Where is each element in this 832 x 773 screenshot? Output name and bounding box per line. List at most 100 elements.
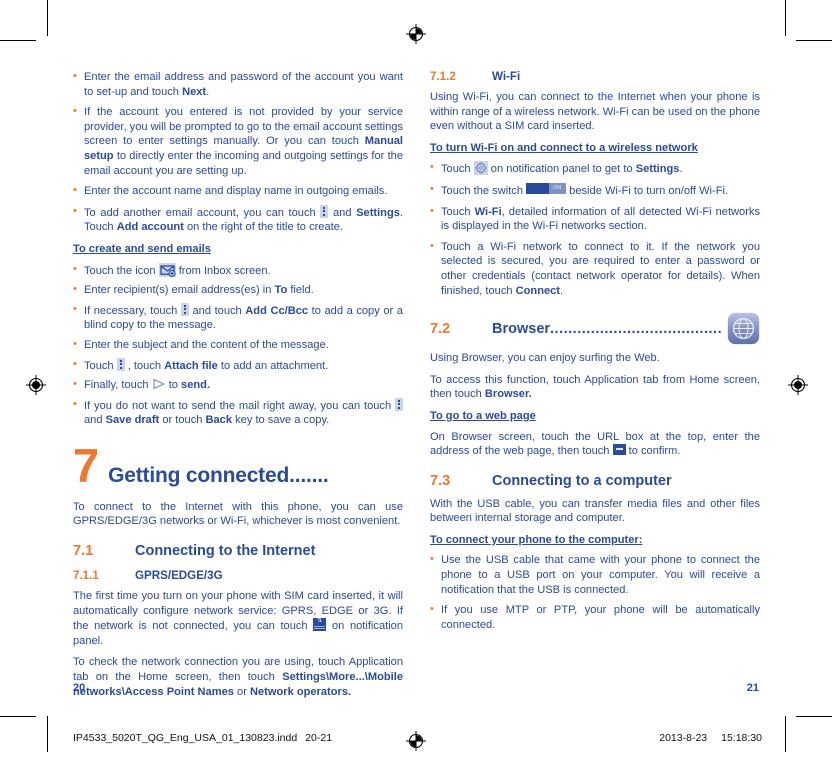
bold-term: Settings (356, 206, 400, 219)
list-item: If necessary, touch and touch Add Cc/Bcc… (73, 302, 403, 333)
section-7-2-number: 7.2 (430, 320, 451, 337)
section-7-2-leader-dots: ...................................... (550, 320, 721, 337)
section-7-3-heading: 7.3 Connecting to a computer (430, 473, 760, 489)
usb-bullet-list: Use the USB cable that came with your ph… (430, 552, 760, 632)
list-item: Enter recipient(s) email address(es) in … (73, 282, 403, 298)
section-7-3-title: Connecting to a computer (492, 472, 672, 489)
crop-mark-bottom-right-horizontal (796, 716, 832, 717)
chapter-title-block: 7 Getting connected....... (73, 438, 403, 492)
create-send-emails-bullet-list: Touch the icon from Inbox screen. Enter r… (73, 262, 403, 428)
page-number-left: 20 (73, 682, 86, 694)
gear-icon (473, 161, 488, 176)
list-item: If you do not want to send the mail righ… (73, 397, 403, 428)
page-number-right: 21 (746, 682, 759, 694)
browser-globe-icon (727, 312, 760, 345)
list-item: If you use MTP or PTP, your phone will b… (430, 602, 760, 632)
list-item: Enter the account name and display name … (73, 183, 403, 199)
bold-term: Back (205, 414, 233, 427)
crop-mark-top-left-vertical (47, 0, 48, 36)
right-page-column: 7.1.2 Wi-Fi Using Wi-Fi, you can connect… (430, 70, 760, 639)
go-to-web-page-paragraph: On Browser screen, touch the URL box at … (430, 430, 760, 458)
usb-intro-paragraph: With the USB cable, you can transfer med… (430, 497, 760, 525)
footer-filename: IP4533_5020T_QG_Eng_USA_01_130823.indd (73, 732, 298, 744)
section-7-1-2-heading: 7.1.2 Wi-Fi (430, 70, 760, 83)
menu-icon (180, 302, 189, 316)
section-7-1-1-heading: 7.1.1 GPRS/EDGE/3G (73, 569, 403, 582)
section-7-1-title: Connecting to the Internet (135, 543, 316, 560)
send-icon (152, 378, 166, 390)
footer-right-group: 2013-8-23 15:18:30 (659, 732, 762, 744)
list-item: Enter the email address and password of … (73, 69, 403, 99)
section-7-2-title: Browser (492, 320, 551, 337)
list-item: Touch on notification panel to get to Se… (430, 160, 760, 177)
crop-mark-top-left-horizontal (0, 40, 36, 41)
list-item: To add another email account, you can to… (73, 204, 403, 235)
chapter-title-text: Getting connected....... (108, 463, 329, 487)
browser-intro-paragraph: Using Browser, you can enjoy surfing the… (430, 352, 660, 365)
email-setup-bullet-list: Enter the email address and password of … (73, 69, 403, 235)
bold-term: Settings (635, 163, 680, 176)
section-7-1-2-number: 7.1.2 (430, 70, 456, 83)
list-item: Finally, touch to send. (73, 377, 403, 393)
bold-term: Network operators. (249, 685, 352, 698)
list-item: Touch , touch Attach file to add an atta… (73, 357, 403, 374)
wifi-bullet-list: Touch on notification panel to get to Se… (430, 160, 760, 298)
compose-icon (158, 262, 176, 277)
browser-access-paragraph: To access this function, touch Applicati… (430, 373, 760, 401)
bold-term: Add Cc/Bcc (245, 304, 309, 317)
list-item: Touch the switch ON beside Wi-Fi to turn… (430, 182, 760, 199)
bold-term: To (274, 284, 288, 297)
section-7-1-1-number: 7.1.1 (73, 569, 99, 583)
bold-term: Manual setup (84, 135, 403, 162)
connect-phone-heading: To connect your phone to the computer: (430, 533, 643, 546)
bold-term: Settings\More...\Mobile networks\Access … (73, 671, 403, 698)
footer-time: 15:18:30 (721, 732, 762, 744)
bold-term: Wi-Fi (474, 205, 502, 218)
list-item: Use the USB cable that came with your ph… (430, 552, 760, 597)
left-page-column: Enter the email address and password of … (73, 69, 404, 706)
manual-page-spread: Enter the email address and password of … (0, 0, 832, 773)
menu-icon (116, 357, 125, 371)
bold-term: Attach file (164, 359, 218, 372)
footer-page-range: 20-21 (305, 732, 333, 744)
list-item: If the account you entered is not provid… (73, 104, 403, 178)
bold-term: Connect (515, 284, 560, 297)
section-7-1-2-title: Wi-Fi (492, 70, 521, 83)
chapter-number: 7 (73, 438, 99, 492)
go-icon (612, 444, 626, 456)
section-7-1-heading: 7.1 Connecting to the Internet (73, 543, 403, 559)
network-icon: ⇅ (313, 618, 327, 632)
footer-left-group: IP4533_5020T_QG_Eng_USA_01_130823.indd 20… (73, 732, 332, 744)
list-item: Touch a Wi-Fi network to connect to it. … (430, 239, 760, 298)
list-item: Touch the icon from Inbox screen. (73, 262, 403, 279)
crop-mark-bottom-left-horizontal (0, 716, 36, 717)
list-item: Enter the subject and the content of the… (73, 337, 403, 353)
menu-icon (395, 397, 403, 411)
bold-term: Browser. (484, 388, 532, 401)
printer-footer: IP4533_5020T_QG_Eng_USA_01_130823.indd 20… (0, 731, 832, 751)
footer-date: 2013-8-23 (659, 732, 708, 744)
switch-icon: ON (526, 182, 567, 194)
crop-mark-top-right-vertical (785, 0, 786, 36)
bold-term: Next (182, 85, 207, 98)
crop-mark-top-right-horizontal (796, 40, 832, 41)
registration-mark-top (406, 24, 426, 44)
go-to-web-page-heading: To go to a web page (430, 409, 536, 422)
section-7-2-heading: 7.2 Browser ............................… (430, 312, 760, 345)
bold-term: Save draft (105, 414, 160, 427)
registration-mark-right (788, 375, 808, 395)
wifi-connect-heading: To turn Wi-Fi on and connect to a wirele… (430, 141, 698, 154)
bold-term: send. (181, 379, 211, 392)
bold-term: Add account (116, 221, 184, 234)
menu-icon (320, 204, 329, 218)
chapter-intro-paragraph: To connect to the Internet with this pho… (73, 500, 403, 528)
section-7-1-1-title: GPRS/EDGE/3G (135, 569, 223, 583)
section-7-1-number: 7.1 (73, 543, 94, 560)
gprs-paragraph-2: To check the network connection you are … (73, 656, 403, 698)
registration-mark-left (26, 375, 46, 395)
gprs-paragraph-1: The first time you turn on your phone wi… (73, 590, 404, 647)
create-send-emails-heading: To create and send emails (73, 242, 211, 255)
wifi-intro-paragraph: Using Wi-Fi, you can connect to the Inte… (430, 91, 760, 133)
section-7-3-number: 7.3 (430, 472, 451, 489)
list-item: Touch Wi-Fi, detailed information of all… (430, 204, 760, 234)
